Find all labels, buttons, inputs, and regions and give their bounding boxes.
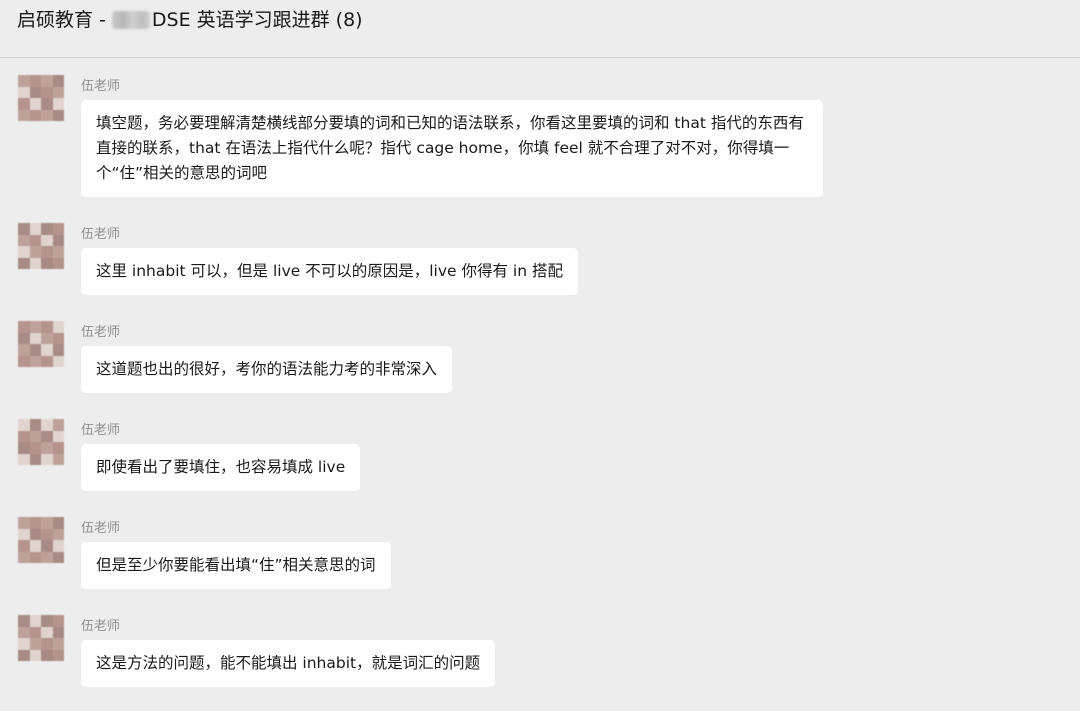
sender-name: 伍老师 bbox=[81, 325, 121, 340]
message-bubble[interactable]: 填空题，务必要理解清楚横线部分要填的词和已知的语法联系，你看这里要填的词和 th… bbox=[81, 100, 823, 197]
avatar[interactable] bbox=[18, 321, 64, 367]
message-bubble[interactable]: 即使看出了要填住，也容易填成 live bbox=[81, 444, 361, 491]
avatar[interactable] bbox=[18, 419, 64, 465]
avatar[interactable] bbox=[18, 615, 64, 661]
sender-name: 伍老师 bbox=[81, 79, 121, 94]
chat-header: 启硕教育 - DSE 英语学习跟进群 (8) bbox=[0, 0, 1080, 58]
avatar[interactable] bbox=[18, 75, 64, 121]
sender-name: 伍老师 bbox=[81, 423, 121, 438]
sender-name: 伍老师 bbox=[81, 619, 121, 634]
redacted-name-blur bbox=[111, 11, 150, 29]
message-bubble[interactable]: 但是至少你要能看出填“住”相关意思的词 bbox=[81, 542, 391, 589]
chat-title-suffix: DSE 英语学习跟进群 (8) bbox=[151, 9, 363, 31]
avatar[interactable] bbox=[18, 517, 64, 563]
sender-name: 伍老师 bbox=[81, 227, 121, 242]
chat-title: 启硕教育 - DSE 英语学习跟进群 (8) bbox=[17, 8, 363, 32]
message-bubble[interactable]: 这是方法的问题，能不能填出 inhabit，就是词汇的问题 bbox=[81, 640, 496, 687]
message-bubble[interactable]: 这里 inhabit 可以，但是 live 不可以的原因是，live 你得有 i… bbox=[81, 248, 578, 295]
sender-name: 伍老师 bbox=[81, 521, 121, 536]
message-bubble[interactable]: 这道题也出的很好，考你的语法能力考的非常深入 bbox=[81, 346, 453, 393]
chat-title-prefix: 启硕教育 - bbox=[17, 9, 106, 31]
message-list[interactable]: 伍老师 填空题，务必要理解清楚横线部分要填的词和已知的语法联系，你看这里要填的词… bbox=[0, 58, 1080, 711]
avatar[interactable] bbox=[18, 223, 64, 269]
